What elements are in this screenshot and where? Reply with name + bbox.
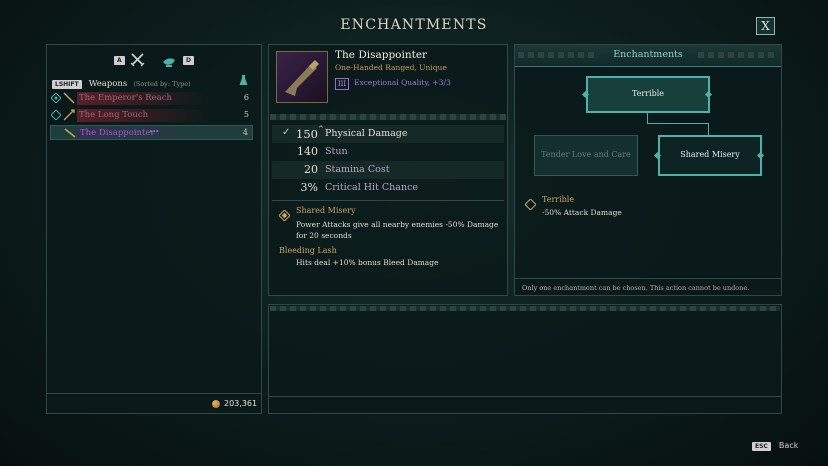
enchant-description: Power Attacks give all nearby enemies -5… <box>296 220 499 240</box>
stat-value: 3% <box>300 181 318 194</box>
enchant-note: Only one enchantment can be chosen. This… <box>522 284 750 292</box>
item-count: 6 <box>243 93 249 102</box>
list-item-selected[interactable]: The Disappointer ••• 4 <box>50 125 253 140</box>
item-count: 5 <box>243 110 249 119</box>
comparison-panel <box>268 304 782 414</box>
check-icon: ✓ <box>282 127 291 138</box>
stat-row: 140 Stun <box>272 143 504 161</box>
panel-footer-line <box>269 396 781 397</box>
sword-icon <box>63 92 75 107</box>
header-ornament-right <box>698 52 778 58</box>
item-title: The Disappointer <box>335 49 428 61</box>
enchant-node-shared-misery[interactable]: Shared Misery <box>658 135 762 176</box>
divider-ornament <box>270 114 506 120</box>
prev-category-key[interactable]: A <box>114 56 125 65</box>
enchant-node-tender-love-and-care[interactable]: Tender Love and Care <box>534 135 638 176</box>
node-label: Shared Misery <box>680 150 740 159</box>
category-label: Weapons <box>88 79 128 89</box>
enchant-name: Shared Misery <box>296 206 356 215</box>
enchant-diamond-icon <box>278 206 291 225</box>
gun-icon <box>64 127 76 142</box>
header-ornament-left <box>518 52 598 58</box>
selected-enchant-desc: -50% Attack Damage <box>542 208 622 217</box>
spear-icon <box>63 109 75 124</box>
divider <box>515 278 781 279</box>
quality-badge: III <box>335 78 349 90</box>
page-title: ENCHANTMENTS <box>340 17 488 33</box>
item-type: One-Handed Ranged, Unique <box>335 63 447 72</box>
stat-label: Stamina Cost <box>325 164 390 175</box>
diamond-icon <box>50 109 62 123</box>
item-name: The Emperor's Reach <box>79 93 172 103</box>
stat-row: ✓ 150 ^ Physical Damage <box>272 125 504 143</box>
node-label: Terrible <box>631 89 665 98</box>
stat-value: 140 <box>297 145 318 158</box>
tree-connector <box>647 123 709 124</box>
list-item[interactable]: The Emperor's Reach 6 <box>50 91 253 106</box>
crossed-swords-icon[interactable] <box>130 52 145 71</box>
selected-enchant-diamond-icon <box>524 195 537 214</box>
lamp-icon[interactable] <box>161 53 177 72</box>
pistol-icon <box>285 60 319 96</box>
panel-ornament <box>270 306 780 311</box>
item-name: The Long Touch <box>79 110 149 120</box>
category-header: LSHIFT Weapons (Sorted by: Type) <box>52 71 252 89</box>
stat-label: Physical Damage <box>325 128 408 139</box>
stat-row: 20 Stamina Cost <box>272 161 504 179</box>
category-tabs: A D <box>112 52 202 68</box>
item-quality: Exceptional Quality, +3/3 <box>354 78 451 87</box>
enchant-node-terrible[interactable]: Terrible <box>586 76 710 113</box>
currency-amount: 203,361 <box>224 399 258 408</box>
quality-dots-icon: ••• <box>149 128 159 136</box>
item-count: 4 <box>242 128 248 137</box>
enchant-description: Hits deal +10% bonus Bleed Damage <box>296 258 439 267</box>
stat-up-marker: ^ <box>318 125 324 133</box>
item-name: The Disappointer <box>80 128 155 138</box>
stat-label: Critical Hit Chance <box>325 182 419 193</box>
stat-value: 150 <box>296 127 318 141</box>
next-category-key[interactable]: D <box>183 56 194 65</box>
close-button[interactable]: X <box>756 17 775 35</box>
enchant-name: Bleeding Lash <box>279 246 337 255</box>
stat-row: 3% Critical Hit Chance <box>272 179 504 197</box>
stat-value: 20 <box>304 163 318 176</box>
sort-key[interactable]: LSHIFT <box>52 80 82 89</box>
back-label: Back <box>778 441 799 450</box>
weapon-portrait <box>276 51 328 103</box>
node-label: Tender Love and Care <box>541 150 631 159</box>
coin-icon <box>212 400 220 408</box>
selected-enchant-name: Terrible <box>542 195 575 204</box>
list-item[interactable]: The Long Touch 5 <box>50 108 253 123</box>
enchant-panel-title: Enchantments <box>613 49 683 60</box>
divider <box>272 200 504 201</box>
equipped-eye-icon <box>50 92 62 106</box>
sort-label: (Sorted by: Type) <box>133 80 191 88</box>
flask-icon <box>239 71 248 90</box>
stat-label: Stun <box>325 146 348 157</box>
back-button[interactable]: ESC Back <box>752 433 812 451</box>
back-key: ESC <box>752 442 771 451</box>
currency-display: 203,361 <box>212 398 258 410</box>
